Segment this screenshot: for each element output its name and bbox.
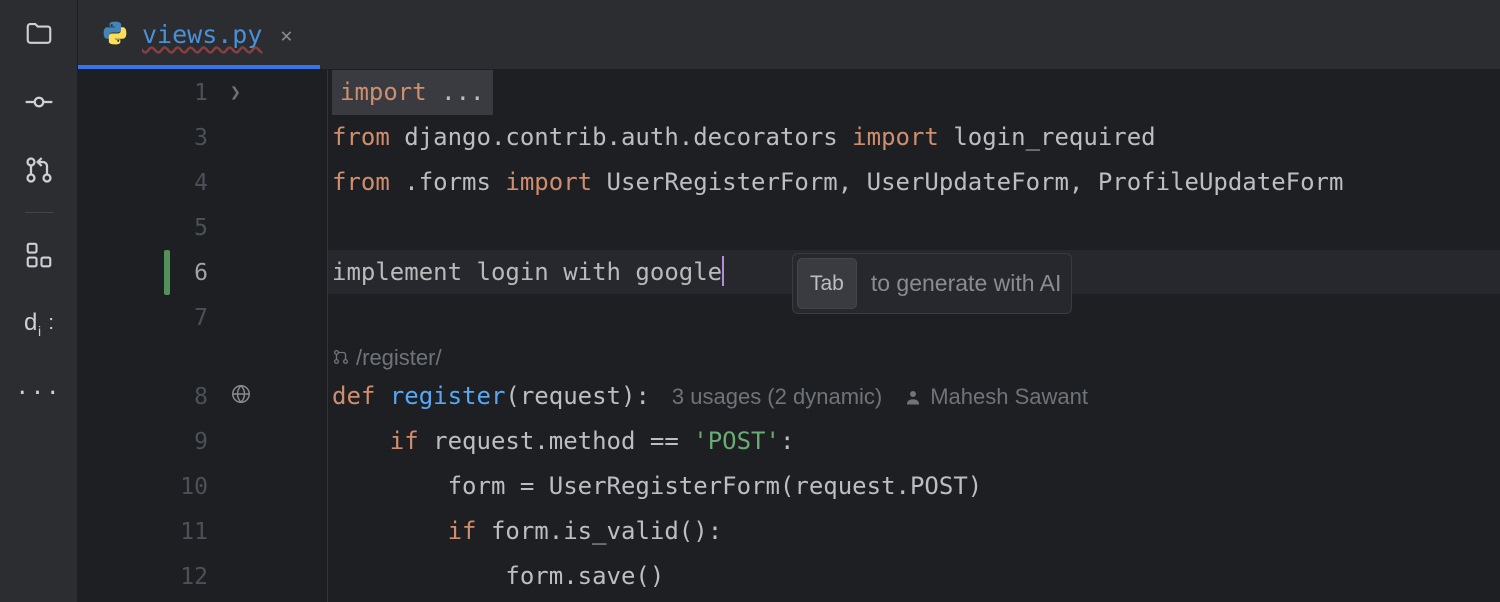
ai-hint-text: to generate with AI: [871, 261, 1062, 306]
more-icon[interactable]: ...: [16, 375, 62, 400]
main-area: views.py ✕ 1❯ 3 4 5 6 7 8 9 10 11 12 imp…: [78, 0, 1500, 602]
line-number: 5: [78, 215, 226, 241]
function-params: (request):: [505, 374, 650, 419]
line-number: 6: [78, 260, 226, 286]
code-statement: form.save(): [505, 554, 664, 599]
line-number: 4: [78, 170, 226, 196]
python-icon: [102, 20, 128, 50]
line-number: 10: [78, 474, 226, 500]
keyword-from: from: [332, 160, 390, 205]
keyword-if: if: [448, 509, 477, 554]
line-number: 8: [78, 384, 226, 410]
pull-request-icon[interactable]: [23, 154, 55, 186]
import-names: login_required: [939, 115, 1156, 160]
folded-import-block[interactable]: import ...: [332, 70, 493, 115]
gutter-change-bar: [164, 250, 170, 295]
expr: form.is_valid():: [477, 509, 723, 554]
author-inlay[interactable]: Mahesh Sawant: [904, 374, 1088, 419]
line-number: 7: [78, 305, 226, 331]
keyword-if: if: [390, 419, 419, 464]
function-name: register: [390, 374, 506, 419]
close-icon[interactable]: ✕: [276, 21, 296, 49]
line-number: 9: [78, 429, 226, 455]
globe-icon[interactable]: [230, 383, 252, 411]
keyword-import: import: [852, 115, 939, 160]
tab-active-indicator: [78, 65, 320, 69]
sidebar-divider: [25, 212, 53, 213]
commit-icon[interactable]: [23, 86, 55, 118]
line-number: 3: [78, 125, 226, 151]
line-number: 12: [78, 564, 226, 590]
text-cursor: [722, 256, 724, 286]
keyword-from: from: [332, 115, 390, 160]
line-number: 11: [78, 519, 226, 545]
module-path: django.contrib.auth.decorators: [390, 115, 852, 160]
structure-icon[interactable]: [23, 239, 55, 271]
tab-filename: views.py: [142, 20, 262, 49]
tab-key-badge: Tab: [797, 258, 857, 309]
keyword-import: import: [505, 160, 592, 205]
string-literal: 'POST': [693, 419, 780, 464]
import-names: UserRegisterForm, UserUpdateForm, Profil…: [592, 160, 1343, 205]
fold-chevron-icon[interactable]: ❯: [230, 82, 241, 103]
module-path: .forms: [390, 160, 506, 205]
editor[interactable]: 1❯ 3 4 5 6 7 8 9 10 11 12 import ... fro…: [78, 70, 1500, 602]
keyword-def: def: [332, 374, 375, 419]
expr: request.method ==: [419, 419, 694, 464]
ai-prompt-text: implement login with google: [332, 250, 722, 295]
usages-inlay[interactable]: 3 usages (2 dynamic): [672, 374, 882, 419]
ai-generate-hint[interactable]: Tab to generate with AI: [792, 253, 1072, 314]
di-icon[interactable]: di :: [23, 307, 55, 339]
code-content[interactable]: import ... from django.contrib.auth.deco…: [328, 70, 1500, 602]
tab-views-py[interactable]: views.py ✕: [78, 0, 320, 69]
line-number: 1: [78, 80, 226, 106]
folder-icon[interactable]: [23, 18, 55, 50]
gutter: 1❯ 3 4 5 6 7 8 9 10 11 12: [78, 70, 328, 602]
route-hint: /register/: [332, 335, 442, 380]
tool-sidebar: di : ...: [0, 0, 78, 602]
code-statement: form = UserRegisterForm(request.POST): [448, 464, 983, 509]
tab-bar: views.py ✕: [78, 0, 1500, 70]
